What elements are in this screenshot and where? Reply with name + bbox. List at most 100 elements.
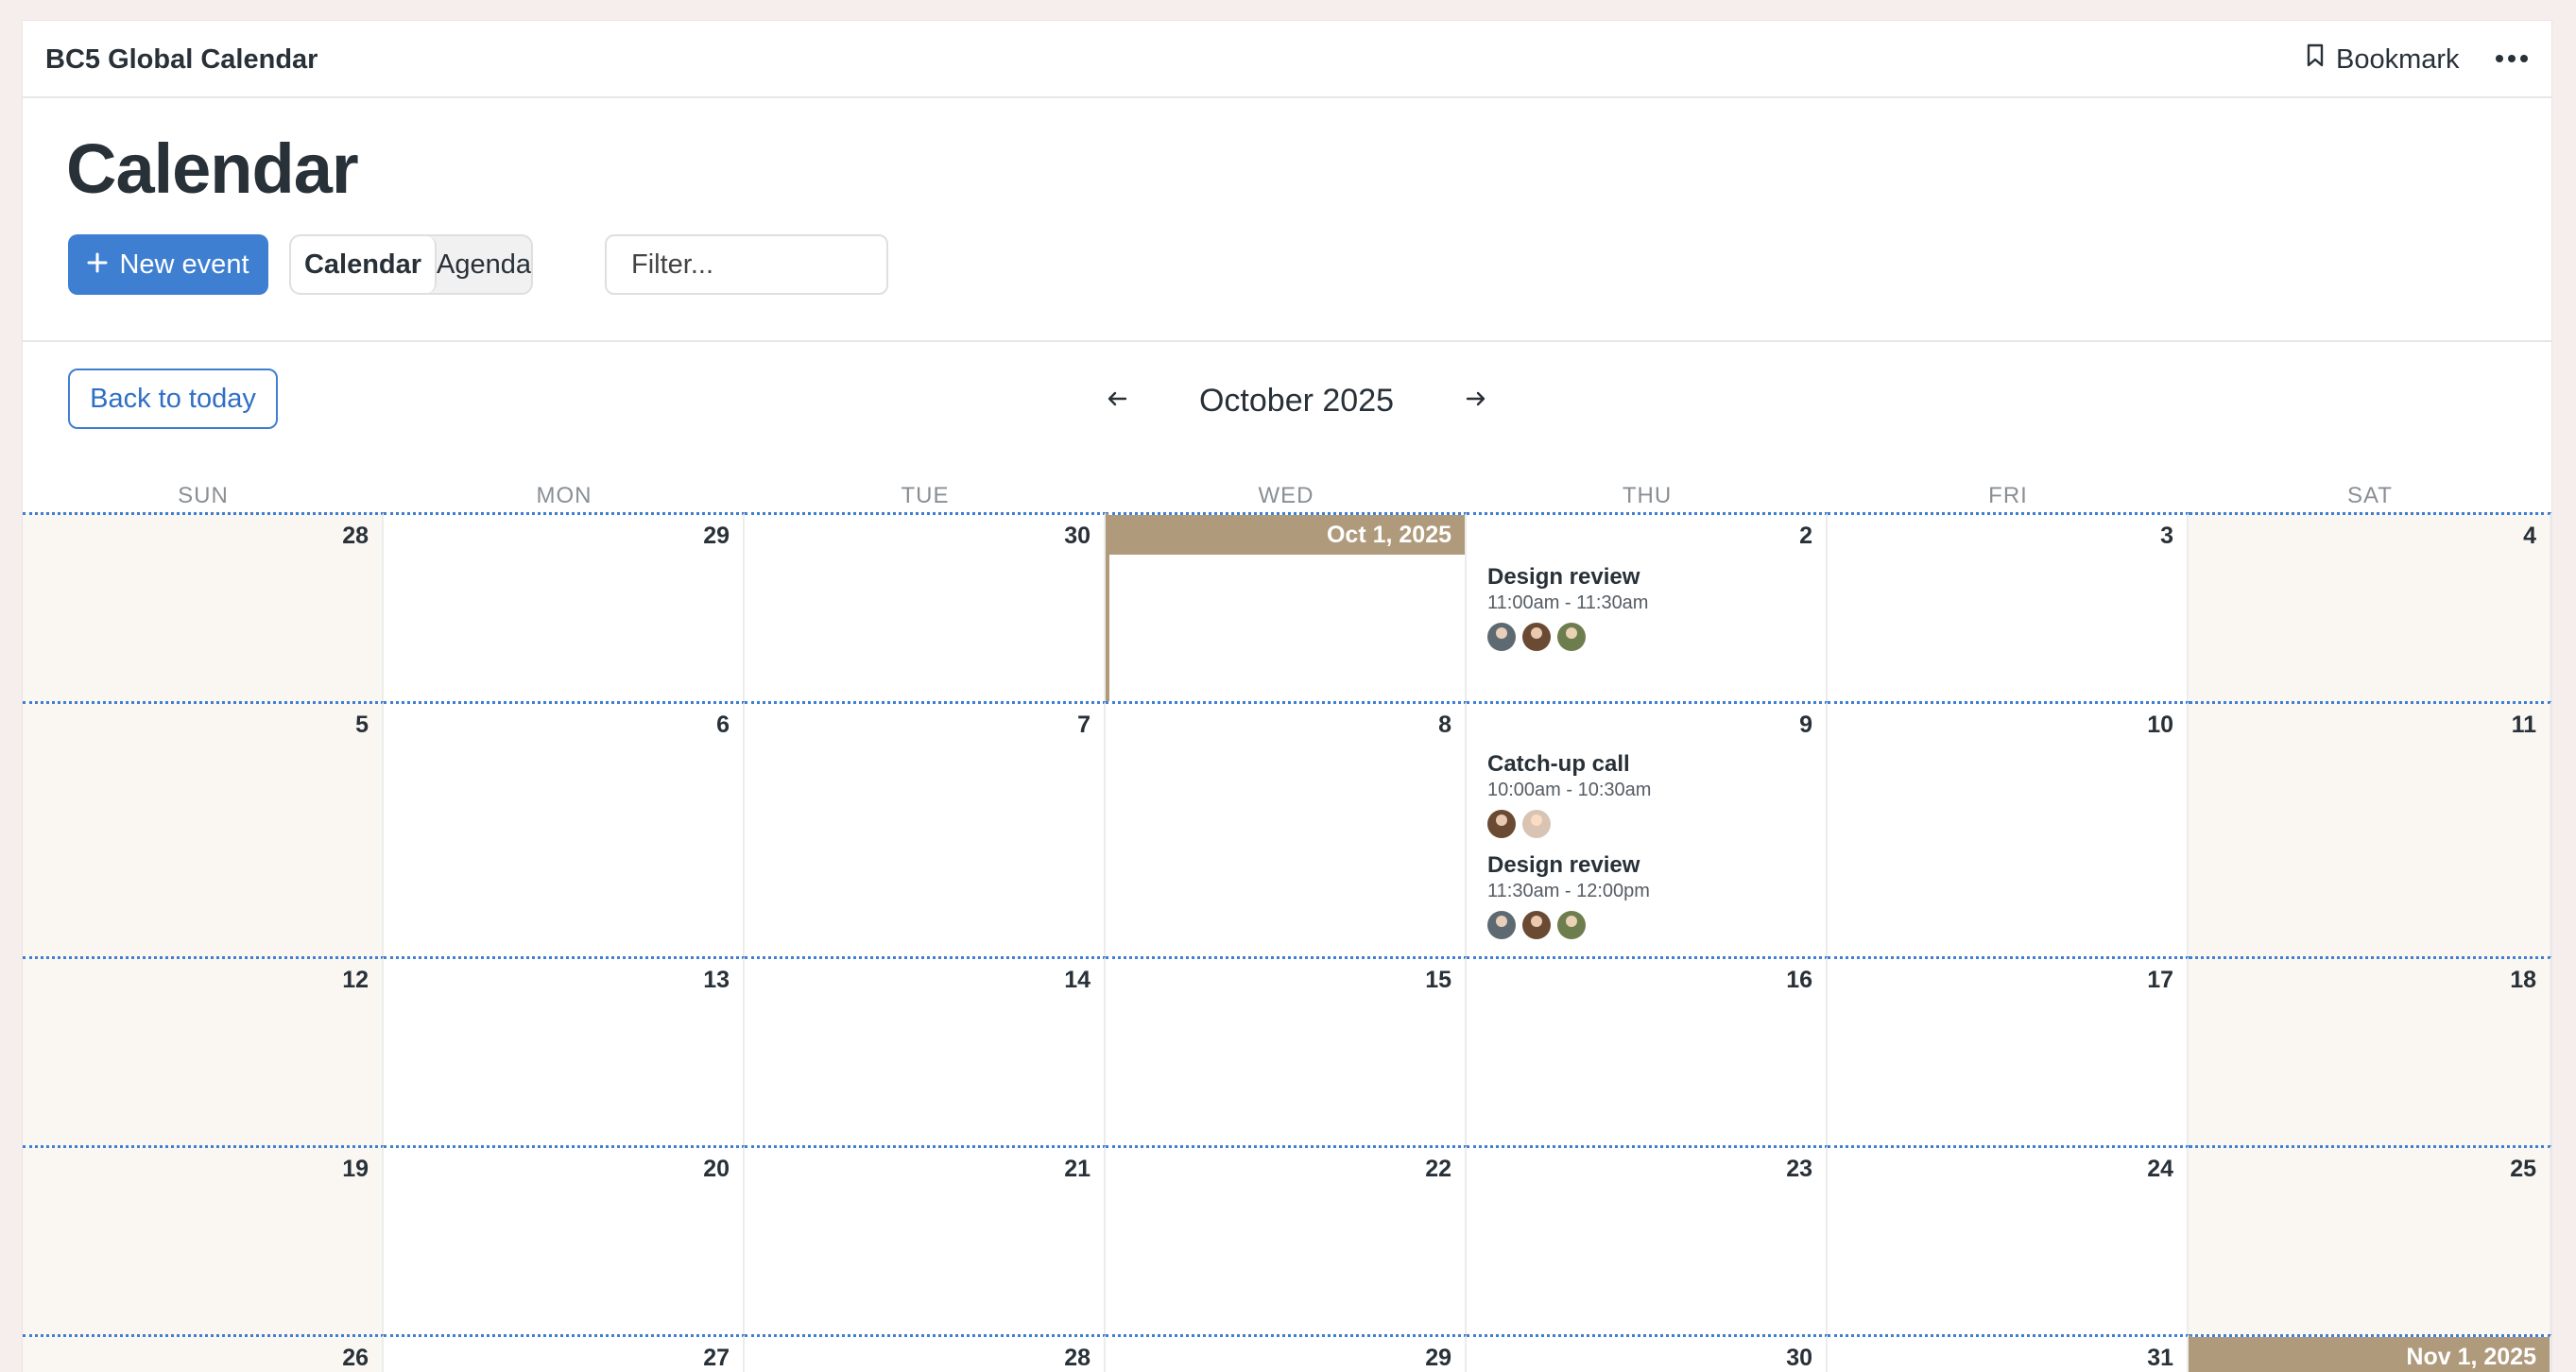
header-divider [23, 340, 2551, 342]
filter-input[interactable] [605, 234, 888, 295]
day-cell[interactable]: 29 [384, 512, 745, 701]
day-cell[interactable]: 6 [384, 701, 745, 956]
day-cell[interactable]: 7 [745, 701, 1106, 956]
tab-calendar[interactable]: Calendar [291, 236, 437, 293]
day-cell[interactable]: 20 [384, 1145, 745, 1334]
day-cell[interactable]: 11 [2189, 701, 2551, 956]
day-number: 23 [1786, 1156, 1812, 1182]
day-number: Oct 1, 2025 [1109, 515, 1465, 555]
day-number: 8 [1438, 712, 1451, 738]
day-cell[interactable]: 17 [1828, 956, 2189, 1145]
weekday-label: THU [1622, 483, 1673, 508]
weekday-label: SUN [178, 483, 229, 508]
view-toggle: Calendar Agenda [289, 234, 533, 295]
day-cell[interactable]: 12 [23, 956, 384, 1145]
day-number: 14 [1064, 967, 1091, 993]
day-number: 7 [1077, 712, 1091, 738]
day-cell[interactable]: 25 [2189, 1145, 2551, 1334]
calendar-event[interactable]: Design review 11:30am - 12:00pm [1487, 852, 1809, 939]
avatar [1487, 810, 1516, 838]
day-cell[interactable]: 19 [23, 1145, 384, 1334]
event-title: Catch-up call [1487, 751, 1630, 777]
event-attendees [1487, 810, 1809, 838]
day-number: 12 [342, 967, 369, 993]
day-cell[interactable]: 2 Design review 11:00am - 11:30am [1467, 512, 1828, 701]
event-attendees [1487, 623, 1809, 651]
avatar [1487, 911, 1516, 939]
weekday-label: WED [1258, 483, 1314, 508]
day-cell[interactable]: 29 [1106, 1334, 1467, 1372]
day-number: Nov 1, 2025 [2192, 1337, 2550, 1372]
day-cell[interactable]: 23 [1467, 1145, 1828, 1334]
avatar [1522, 911, 1551, 939]
day-cell[interactable]: 15 [1106, 956, 1467, 1145]
day-number: 22 [1425, 1156, 1451, 1182]
day-cell[interactable]: 21 [745, 1145, 1106, 1334]
day-cell[interactable]: 5 [23, 701, 384, 956]
day-number: 31 [2147, 1345, 2173, 1371]
day-number: 3 [2160, 523, 2173, 549]
event-time: 11:00am - 11:30am [1487, 592, 1649, 613]
day-number: 10 [2147, 712, 2173, 738]
day-number: 24 [2147, 1156, 2173, 1182]
day-cell[interactable]: 18 [2189, 956, 2551, 1145]
weekday-label: TUE [901, 483, 950, 508]
prev-month-button[interactable] [1096, 380, 1138, 421]
calendar-event[interactable]: Catch-up call 10:00am - 10:30am [1487, 751, 1809, 838]
day-cell-today[interactable]: Oct 1, 2025 [1106, 512, 1467, 701]
avatar [1522, 623, 1551, 651]
day-cell[interactable]: 4 [2189, 512, 2551, 701]
arrow-left-icon [1107, 390, 1127, 412]
day-number: 11 [2511, 712, 2536, 738]
day-cell[interactable]: 28 [745, 1334, 1106, 1372]
day-cell[interactable]: 30 [1467, 1334, 1828, 1372]
back-to-today-button[interactable]: Back to today [68, 369, 278, 429]
day-cell[interactable]: 24 [1828, 1145, 2189, 1334]
avatar [1522, 810, 1551, 838]
arrow-right-icon [1466, 390, 1486, 412]
day-cell[interactable]: 3 [1828, 512, 2189, 701]
next-month-button[interactable] [1455, 380, 1497, 421]
day-cell[interactable]: 27 [384, 1334, 745, 1372]
day-number: 13 [703, 967, 730, 993]
event-attendees [1487, 911, 1809, 939]
bookmark-button[interactable]: Bookmark [2306, 21, 2460, 98]
day-cell[interactable]: 14 [745, 956, 1106, 1145]
day-cell[interactable]: 16 [1467, 956, 1828, 1145]
calendar-event[interactable]: Design review 11:00am - 11:30am [1487, 564, 1809, 651]
day-number: 30 [1786, 1345, 1812, 1371]
day-cell[interactable]: 26 [23, 1334, 384, 1372]
day-number: 15 [1425, 967, 1451, 993]
more-options-button[interactable] [2495, 21, 2529, 98]
weekday-header-row: SUN MON TUE WED THU FRI SAT [23, 480, 2551, 512]
month-label: October 2025 [1198, 383, 1395, 419]
day-cell[interactable]: 10 [1828, 701, 2189, 956]
day-cell-next-month[interactable]: Nov 1, 2025 [2189, 1334, 2551, 1372]
day-cell[interactable]: 8 [1106, 701, 1467, 956]
top-bar: BC5 Global Calendar Bookmark [23, 21, 2551, 98]
event-time: 10:00am - 10:30am [1487, 780, 1652, 800]
day-cell[interactable]: 13 [384, 956, 745, 1145]
more-horizontal-icon [2495, 51, 2529, 68]
app-title: BC5 Global Calendar [45, 44, 318, 75]
day-number: 2 [1799, 523, 1812, 549]
bookmark-label: Bookmark [2336, 43, 2460, 75]
day-cell[interactable]: 9 Catch-up call 10:00am - 10:30am Design… [1467, 701, 1828, 956]
weekday-label: FRI [1988, 483, 2028, 508]
day-number: 20 [703, 1156, 730, 1182]
day-cell[interactable]: 22 [1106, 1145, 1467, 1334]
day-cell[interactable]: 28 [23, 512, 384, 701]
new-event-button[interactable]: New event [68, 234, 268, 295]
day-number: 19 [342, 1156, 369, 1182]
tab-agenda[interactable]: Agenda [437, 236, 531, 293]
calendar-panel: BC5 Global Calendar Bookmark Calendar Ne… [23, 21, 2551, 1372]
day-number: 29 [1425, 1345, 1451, 1371]
day-number: 5 [355, 712, 369, 738]
day-cell[interactable]: 30 [745, 512, 1106, 701]
avatar [1487, 623, 1516, 651]
day-number: 25 [2510, 1156, 2536, 1182]
day-cell[interactable]: 31 [1828, 1334, 2189, 1372]
bookmark-icon [2306, 43, 2325, 76]
day-number: 16 [1786, 967, 1812, 993]
day-number: 26 [342, 1345, 369, 1371]
